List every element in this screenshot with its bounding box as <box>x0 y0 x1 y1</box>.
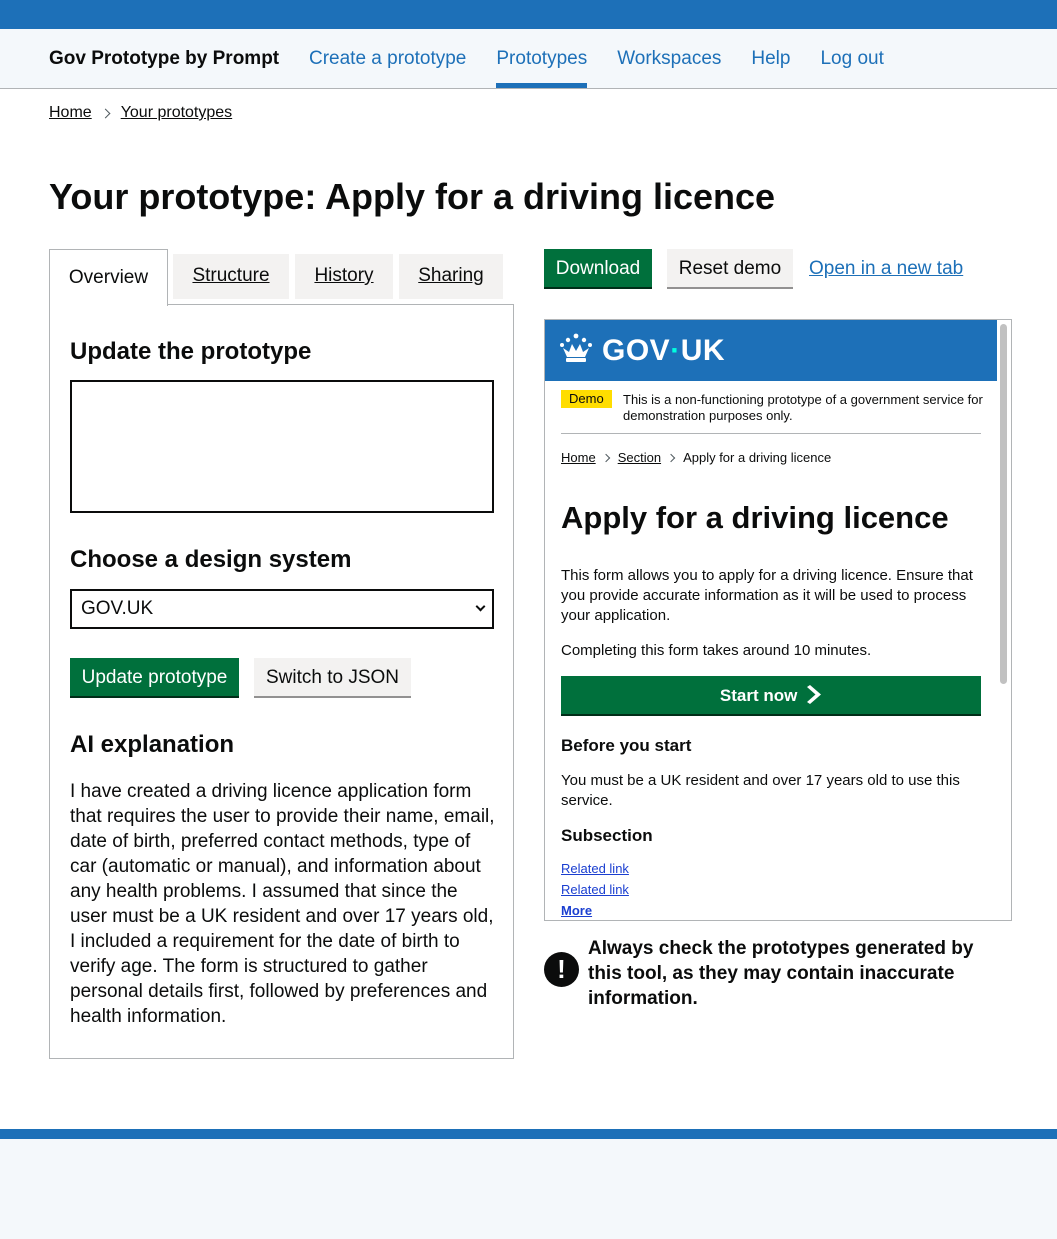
before-you-start-text: You must be a UK resident and over 17 ye… <box>561 772 960 809</box>
nav-create-prototype[interactable]: Create a prototype <box>309 29 466 88</box>
govuk-logo[interactable]: GOV·UK <box>602 334 725 368</box>
ai-explanation-heading: AI explanation <box>70 731 235 758</box>
nav-log-out[interactable]: Log out <box>820 29 883 88</box>
design-system-heading: Choose a design system <box>70 546 352 573</box>
govuk-logo-text-2: UK <box>680 334 726 367</box>
preview-scrollbar[interactable] <box>1000 324 1007 684</box>
footer <box>0 1139 1057 1239</box>
open-in-new-tab-link[interactable]: Open in a new tab <box>809 258 963 280</box>
preview-breadcrumb-current: Apply for a driving licence <box>683 450 832 465</box>
breadcrumb-home[interactable]: Home <box>49 104 92 122</box>
chevron-down-icon <box>475 601 486 612</box>
preview-breadcrumb: Home Section Apply for a driving licence <box>561 450 831 465</box>
service-header: Gov Prototype by Prompt Create a prototy… <box>0 29 1057 89</box>
breadcrumb-your-prototypes[interactable]: Your prototypes <box>121 104 232 122</box>
download-button[interactable]: Download <box>544 249 652 289</box>
before-you-start-heading: Before you start <box>561 736 692 755</box>
chevron-right-icon <box>100 108 111 118</box>
tab-history[interactable]: History <box>295 254 393 299</box>
design-system-select[interactable]: GOV.UK <box>70 589 494 629</box>
chevron-right-icon <box>601 453 610 462</box>
nav-workspaces[interactable]: Workspaces <box>617 29 721 88</box>
crown-icon <box>560 333 592 362</box>
start-now-label: Start now <box>719 686 798 705</box>
switch-to-json-button[interactable]: Switch to JSON <box>254 658 411 698</box>
main-nav: Create a prototype Prototypes Workspaces… <box>309 29 914 88</box>
page-title: Your prototype: Apply for a driving lice… <box>49 176 776 217</box>
service-name[interactable]: Gov Prototype by Prompt <box>49 48 279 70</box>
tab-sharing[interactable]: Sharing <box>399 254 503 299</box>
overview-panel: Update the prototype Choose a design sys… <box>49 304 514 1059</box>
warning-icon: ! <box>544 952 579 987</box>
subsection-heading: Subsection <box>561 826 653 845</box>
arrow-right-icon <box>807 685 822 704</box>
govuk-logo-dot: · <box>670 334 681 367</box>
tab-overview[interactable]: Overview <box>49 249 168 306</box>
update-heading: Update the prototype <box>70 338 312 365</box>
footer-strip <box>0 1129 1057 1139</box>
top-strip <box>0 0 1057 29</box>
preview-intro: This form allows you to apply for a driv… <box>561 567 973 624</box>
divider <box>561 433 981 434</box>
prototype-preview-frame[interactable]: GOV·UK Demo This is a non-functioning pr… <box>544 319 1012 921</box>
reset-demo-button[interactable]: Reset demo <box>667 249 793 289</box>
tab-list: Overview Structure History Sharing <box>49 249 515 306</box>
chevron-right-icon <box>666 453 676 462</box>
demo-tag: Demo <box>561 390 612 408</box>
nav-help[interactable]: Help <box>751 29 790 88</box>
related-link[interactable]: Related link <box>561 882 629 897</box>
preview-breadcrumb-home[interactable]: Home <box>561 450 596 465</box>
ai-explanation-text: I have created a driving licence applica… <box>70 781 495 1027</box>
design-system-value: GOV.UK <box>81 598 154 619</box>
preview-time: Completing this form takes around 10 min… <box>561 642 872 659</box>
start-now-button[interactable]: Start now <box>561 676 981 716</box>
preview-breadcrumb-section[interactable]: Section <box>618 450 661 465</box>
more-link[interactable]: More <box>561 903 592 918</box>
tab-structure[interactable]: Structure <box>173 254 289 299</box>
govuk-logo-text: GOV <box>602 334 671 367</box>
demo-banner-text: This is a non-functioning prototype of a… <box>623 392 983 423</box>
prompt-textarea[interactable] <box>70 380 494 513</box>
update-prototype-button[interactable]: Update prototype <box>70 658 239 698</box>
govuk-header: GOV·UK <box>545 320 997 381</box>
warning-message: Always check the prototypes generated by… <box>588 938 974 1009</box>
breadcrumb: Home Your prototypes <box>49 104 232 122</box>
preview-title: Apply for a driving licence <box>561 500 949 535</box>
nav-prototypes[interactable]: Prototypes <box>496 29 587 88</box>
related-link[interactable]: Related link <box>561 861 629 876</box>
